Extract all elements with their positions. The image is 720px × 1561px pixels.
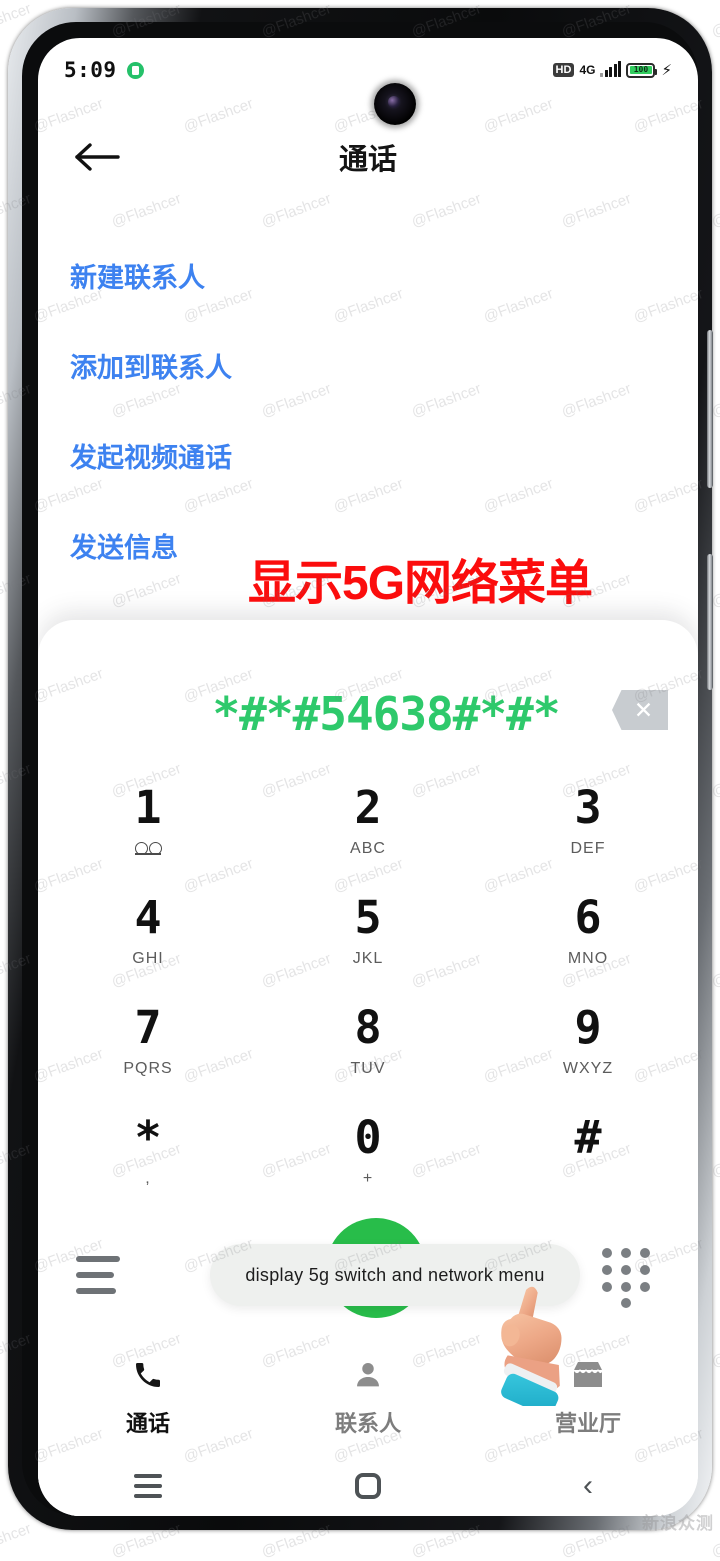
- power-button[interactable]: [707, 554, 713, 690]
- dialpad-row: 7 PQRS 8 TUV 9 WXYZ: [38, 986, 698, 1096]
- volume-button[interactable]: [707, 330, 713, 488]
- dialpad-key-8[interactable]: 8 TUV: [258, 986, 478, 1096]
- network-type-label: 4G: [579, 63, 596, 77]
- dialpad-keys: 1 2 ABC 3 DEF 4 GHI 5 JKL 6 MNO 7 PQRS 8…: [38, 766, 698, 1206]
- dialpad-key-3[interactable]: 3 DEF: [478, 766, 698, 876]
- phone-frame: 5:09 HD 4G 100 ⚡ 通话 新建联系人 添加到联系人 发起视频通话 …: [8, 8, 713, 1530]
- app-badge-icon: [126, 61, 144, 79]
- dialed-number-row: *#*#54638#*#* ✕: [38, 678, 698, 750]
- keypad-dots-icon[interactable]: [602, 1248, 656, 1308]
- backspace-icon[interactable]: ✕: [612, 690, 668, 730]
- status-bar-right: HD 4G 100 ⚡: [552, 61, 672, 79]
- key-digit: 7: [134, 1000, 162, 1054]
- dialed-number-display[interactable]: *#*#54638#*#*: [38, 687, 698, 741]
- key-digit: 9: [574, 1000, 602, 1054]
- app-header: 通话: [38, 114, 698, 200]
- key-digit: 4: [134, 890, 162, 944]
- key-sublabel: JKL: [352, 949, 384, 967]
- dialpad-key-7[interactable]: 7 PQRS: [38, 986, 258, 1096]
- key-sublabel: +: [362, 1169, 374, 1187]
- dialpad-key-6[interactable]: 6 MNO: [478, 876, 698, 986]
- key-digit: 5: [354, 890, 382, 944]
- menu-item-add-to-contact[interactable]: 添加到联系人: [38, 320, 698, 410]
- recents-icon: [134, 1474, 162, 1498]
- dialpad-key-2[interactable]: 2 ABC: [258, 766, 478, 876]
- key-sublabel: DEF: [570, 839, 606, 857]
- dialpad-key-4[interactable]: 4 GHI: [38, 876, 258, 986]
- key-digit: #: [574, 1110, 602, 1164]
- menu-item-new-contact[interactable]: 新建联系人: [38, 230, 698, 320]
- key-digit: 6: [574, 890, 602, 944]
- key-sublabel: MNO: [567, 949, 609, 967]
- voicemail-icon: [134, 840, 162, 858]
- dialpad-row: 1 2 ABC 3 DEF: [38, 766, 698, 876]
- tab-label: 通话: [125, 1411, 170, 1436]
- status-clock: 5:09: [64, 58, 117, 82]
- android-nav-bar: ‹: [38, 1456, 698, 1516]
- tab-calls[interactable]: 通话: [38, 1338, 258, 1456]
- dialpad-key-9[interactable]: 9 WXYZ: [478, 986, 698, 1096]
- annotation-text: 显示5G网络菜单: [248, 557, 593, 610]
- key-digit: 2: [354, 780, 382, 834]
- front-camera-icon: [374, 83, 416, 125]
- page-title: 通话: [338, 144, 397, 176]
- watermark-text: @Flashcer: [709, 0, 720, 41]
- dialpad-row: 4 GHI 5 JKL 6 MNO: [38, 876, 698, 986]
- signal-bars-icon: [600, 61, 622, 77]
- pointing-hand-emoji: [482, 1276, 592, 1416]
- dialpad-key-hash[interactable]: #: [478, 1096, 698, 1206]
- home-icon: [355, 1473, 381, 1499]
- dialpad-key-1[interactable]: 1: [38, 766, 258, 876]
- person-icon: [352, 1356, 384, 1394]
- phone-screen: 5:09 HD 4G 100 ⚡ 通话 新建联系人 添加到联系人 发起视频通话 …: [38, 38, 698, 1516]
- battery-level-label: 100: [633, 65, 649, 74]
- nav-back-icon: ‹: [583, 1469, 593, 1502]
- menu-item-video-call[interactable]: 发起视频通话: [38, 410, 698, 500]
- status-bar: 5:09 HD 4G 100 ⚡: [38, 38, 698, 102]
- key-digit: 0: [354, 1110, 382, 1164]
- key-sublabel: PQRS: [123, 1059, 173, 1077]
- key-sublabel: WXYZ: [562, 1059, 614, 1077]
- dialpad-key-star[interactable]: * ,: [38, 1096, 258, 1206]
- nav-back-button[interactable]: ‹: [478, 1471, 698, 1501]
- battery-icon: 100: [626, 62, 658, 78]
- tab-contacts[interactable]: 联系人: [258, 1338, 478, 1456]
- context-menu-list: 新建联系人 添加到联系人 发起视频通话 发送信息: [38, 230, 698, 590]
- dialpad-row: * , 0 + #: [38, 1096, 698, 1206]
- nav-home-button[interactable]: [258, 1473, 478, 1499]
- key-digit: 8: [354, 1000, 382, 1054]
- watermark-text: @Flashcer: [0, 1520, 34, 1561]
- key-sublabel: GHI: [132, 949, 164, 967]
- key-digit: 3: [574, 780, 602, 834]
- hd-icon: HD: [552, 63, 575, 77]
- key-sublabel: ABC: [350, 839, 386, 857]
- watermark-text: @Flashcer: [709, 1520, 720, 1561]
- tab-label: 联系人: [334, 1411, 401, 1436]
- key-digit: *: [134, 1110, 162, 1164]
- key-sublabel: TUV: [350, 1059, 386, 1077]
- phone-icon: [132, 1356, 164, 1394]
- hamburger-menu-icon[interactable]: [76, 1256, 120, 1294]
- key-digit: 1: [134, 780, 162, 834]
- bottom-tab-bar: 通话 联系人 营业厅: [38, 1338, 698, 1456]
- nav-recents-button[interactable]: [38, 1474, 258, 1498]
- key-sublabel: ,: [145, 1169, 151, 1187]
- status-bar-left: 5:09: [64, 58, 144, 82]
- dialpad-key-5[interactable]: 5 JKL: [258, 876, 478, 986]
- dialpad-key-0[interactable]: 0 +: [258, 1096, 478, 1206]
- charging-bolt-icon: ⚡: [661, 61, 672, 79]
- tab-label: 营业厅: [554, 1411, 621, 1436]
